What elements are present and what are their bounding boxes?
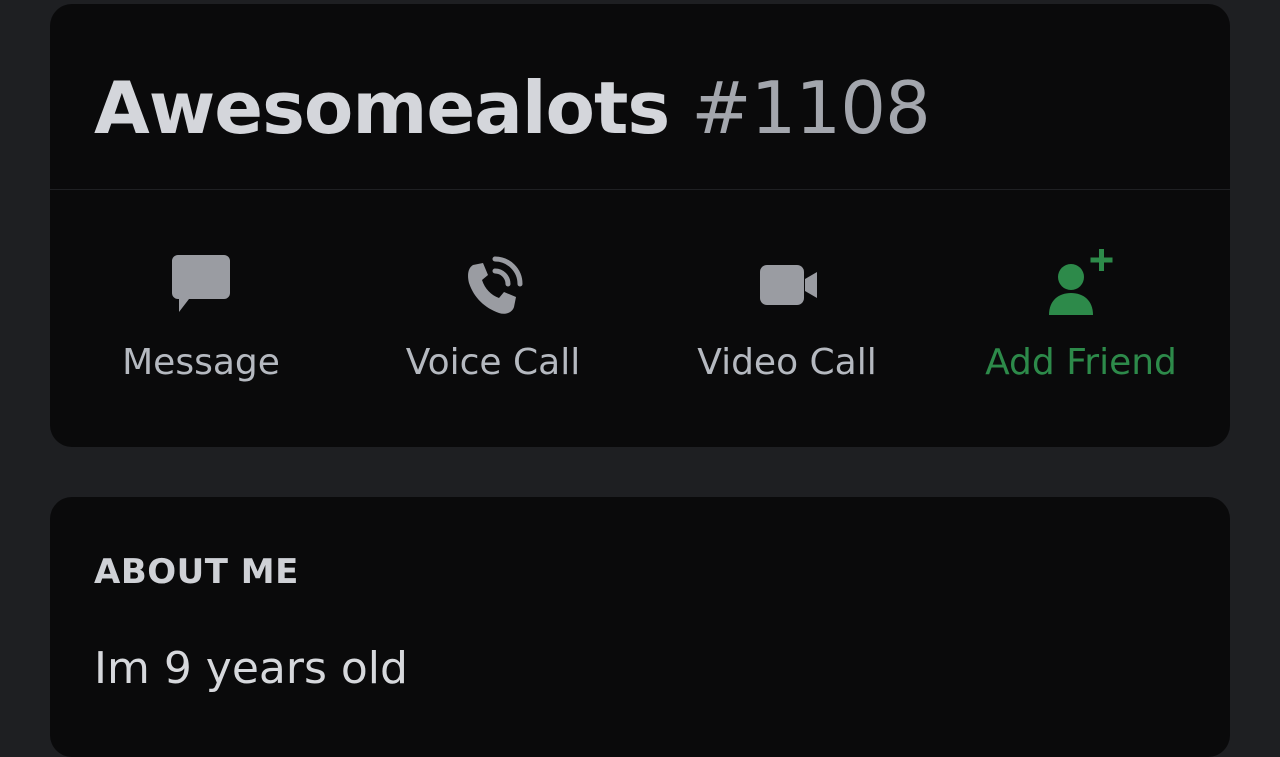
message-icon (161, 245, 241, 325)
profile-actions: Message Voice Call Video Call Add Friend (50, 190, 1230, 447)
video-call-button[interactable]: Video Call (640, 190, 934, 447)
username-row: Awesomealots #1108 (94, 66, 931, 156)
video-call-label: Video Call (697, 342, 877, 383)
add-friend-label: Add Friend (985, 342, 1177, 383)
about-me-heading: ABOUT ME (94, 552, 299, 592)
about-me-card: ABOUT ME Im 9 years old (50, 497, 1230, 757)
message-label: Message (122, 342, 280, 383)
video-camera-icon (747, 245, 827, 325)
voice-call-button[interactable]: Voice Call (346, 190, 640, 447)
profile-card: Awesomealots #1108 Message Voice Call Vi… (50, 4, 1230, 447)
about-me-text: Im 9 years old (94, 643, 408, 694)
add-friend-icon (1041, 245, 1121, 325)
phone-icon (453, 245, 533, 325)
add-friend-button[interactable]: Add Friend (934, 190, 1228, 447)
voice-call-label: Voice Call (405, 342, 581, 383)
discriminator: #1108 (691, 66, 931, 150)
message-button[interactable]: Message (54, 190, 348, 447)
username: Awesomealots (94, 66, 670, 150)
